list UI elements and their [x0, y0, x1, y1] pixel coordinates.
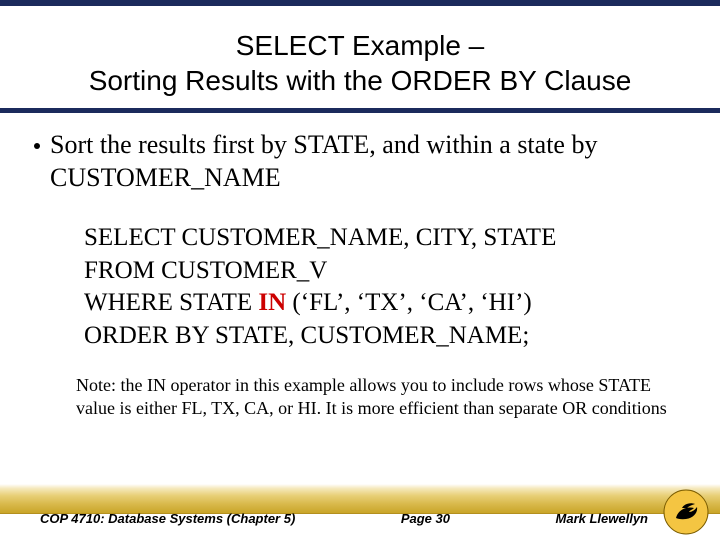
footer-center: Page 30	[401, 511, 450, 526]
sql-line-3-post: (‘FL’, ‘TX’, ‘CA’, ‘HI’)	[286, 289, 532, 316]
footer-bar: COP 4710: Database Systems (Chapter 5) P…	[0, 511, 720, 526]
title-line-1: SELECT Example –	[40, 28, 680, 63]
sql-code-block: SELECT CUSTOMER_NAME, CITY, STATE FROM C…	[30, 222, 690, 352]
footer: COP 4710: Database Systems (Chapter 5) P…	[0, 484, 720, 540]
sql-keyword-in: IN	[258, 289, 286, 316]
sql-line-2: FROM CUSTOMER_V	[84, 255, 690, 288]
pegasus-seal-icon	[662, 488, 710, 536]
sql-line-4: ORDER BY STATE, CUSTOMER_NAME;	[84, 320, 690, 353]
footer-left: COP 4710: Database Systems (Chapter 5)	[40, 511, 295, 526]
bullet-item: Sort the results first by STATE, and wit…	[30, 129, 690, 194]
sql-line-3-pre: WHERE STATE	[84, 289, 258, 316]
bullet-dot-icon	[34, 143, 40, 149]
sql-line-1: SELECT CUSTOMER_NAME, CITY, STATE	[84, 222, 690, 255]
footer-gradient	[0, 484, 720, 514]
ucf-logo	[662, 488, 710, 536]
slide-note: Note: the IN operator in this example al…	[30, 374, 690, 419]
bullet-text: Sort the results first by STATE, and wit…	[50, 129, 690, 194]
footer-right: Mark Llewellyn	[556, 511, 648, 526]
title-line-2: Sorting Results with the ORDER BY Clause	[40, 63, 680, 98]
slide-body: Sort the results first by STATE, and wit…	[0, 113, 720, 419]
sql-line-3: WHERE STATE IN (‘FL’, ‘TX’, ‘CA’, ‘HI’)	[84, 287, 690, 320]
slide: SELECT Example – Sorting Results with th…	[0, 0, 720, 540]
slide-title-block: SELECT Example – Sorting Results with th…	[0, 6, 720, 113]
